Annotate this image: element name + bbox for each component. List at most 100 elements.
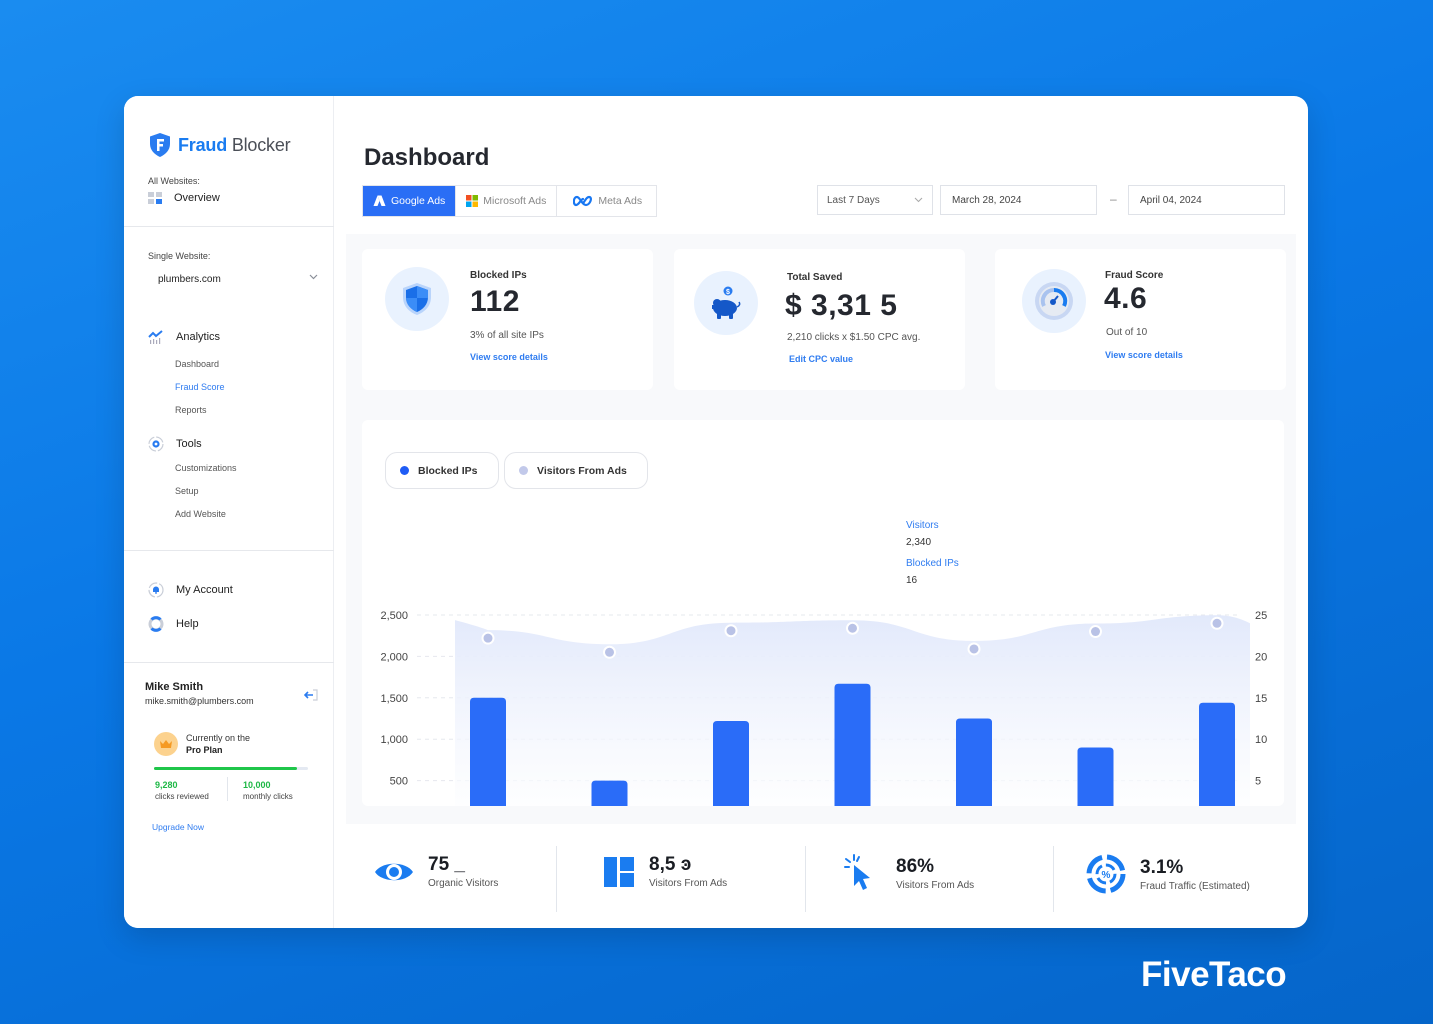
stat-organic-visitors: 75 _ Organic Visitors — [374, 854, 498, 889]
ad-platform-tabs: Google Ads Microsoft Ads Meta Ads — [362, 185, 658, 217]
help-label: Help — [176, 618, 199, 630]
stat-value: 86% — [896, 855, 935, 877]
website-select[interactable]: plumbers.com — [158, 274, 318, 285]
sidebar-item-reports[interactable]: Reports — [175, 405, 207, 415]
app-window: Fraud Blocker All Websites: Overview Sin… — [124, 96, 1308, 928]
sidebar-item-dashboard[interactable]: Dashboard — [175, 359, 219, 369]
sidebar-item-overview[interactable]: Overview — [148, 192, 220, 204]
analytics-icon — [148, 330, 163, 344]
user-name: Mike Smith — [145, 681, 204, 693]
date-range-value: Last 7 Days — [827, 194, 880, 206]
clicks-progress-fill — [154, 767, 297, 770]
visitors-point — [724, 624, 738, 638]
fivetaco-watermark: FiveTaco — [1141, 955, 1287, 994]
tooltip-visitors-label: Visitors — [906, 520, 939, 531]
y-tick-right: 15 — [1255, 693, 1267, 705]
selected-website: plumbers.com — [158, 274, 221, 285]
sidebar-item-setup[interactable]: Setup — [175, 486, 199, 496]
bar-blocked-ips — [1077, 747, 1114, 806]
target-percent-icon: % — [1086, 854, 1126, 894]
blocked-ips-card: Blocked IPs 112 3% of all site IPs View … — [362, 249, 653, 390]
sidebar-item-add-website[interactable]: Add Website — [175, 509, 226, 519]
account-bell-icon — [148, 582, 164, 598]
gauge-icon — [1022, 269, 1086, 333]
start-date-input[interactable]: March 28, 2024 — [940, 185, 1097, 215]
upgrade-now-link[interactable]: Upgrade Now — [152, 822, 204, 832]
tooltip-blocked-label: Blocked IPs — [906, 558, 959, 569]
end-date-value: April 04, 2024 — [1140, 194, 1202, 206]
bar-blocked-ips — [834, 683, 871, 806]
edit-cpc-value-link[interactable]: Edit CPC value — [789, 354, 853, 364]
sidebar-section-analytics[interactable]: Analytics — [148, 330, 220, 344]
plan-line1: Currently on the — [186, 733, 251, 743]
svg-text:$: $ — [726, 289, 730, 296]
bar-blocked-ips — [470, 697, 506, 806]
bar-blocked-ips — [713, 720, 749, 806]
start-date-value: March 28, 2024 — [952, 194, 1022, 206]
shield-icon — [385, 267, 449, 331]
stat-value: 75 _ — [428, 854, 465, 875]
sidebar: Fraud Blocker All Websites: Overview Sin… — [124, 96, 334, 928]
blocked-visitors-chart: 05001,0001,5002,0002,500 0510152025 Oct … — [380, 610, 1267, 806]
clicks-reviewed: 9,280 clicks reviewed — [155, 780, 209, 802]
clicks-progress-bar — [154, 767, 308, 770]
card-subtitle: Out of 10 — [1106, 327, 1148, 338]
logout-button[interactable] — [303, 688, 318, 706]
google-ads-icon — [373, 195, 386, 206]
meta-logo-icon — [573, 195, 593, 207]
tab-meta-ads[interactable]: Meta Ads — [557, 186, 656, 216]
view-score-details-link[interactable]: View score details — [470, 352, 548, 362]
stat-fraud-traffic: % 3.1% Fraud Traffic (Estimated) — [1086, 854, 1250, 894]
monthly-clicks: 10,000 monthly clicks — [243, 780, 293, 802]
bar-blocked-ips — [591, 780, 628, 806]
page-title: Dashboard — [364, 144, 490, 171]
blocked-ips-value: 112 — [470, 285, 520, 318]
chevron-down-icon — [914, 197, 923, 203]
card-label: Fraud Score — [1105, 270, 1164, 281]
tooltip-visitors-value: 2,340 — [906, 537, 932, 548]
sidebar-item-fraud-score[interactable]: Fraud Score — [175, 382, 225, 392]
end-date-input[interactable]: April 04, 2024 — [1128, 185, 1285, 215]
gear-icon — [148, 436, 164, 452]
chart-card: Blocked IPs Visitors From Ads 05001,0001… — [362, 420, 1284, 806]
clicks-reviewed-label: clicks reviewed — [155, 792, 209, 801]
analytics-label: Analytics — [176, 331, 221, 343]
sidebar-item-help[interactable]: Help — [148, 616, 199, 632]
tab-microsoft-ads[interactable]: Microsoft Ads — [456, 186, 558, 216]
visitors-point — [967, 642, 981, 656]
date-range-select[interactable]: Last 7 Days — [817, 185, 933, 215]
y-tick-left: 500 — [390, 776, 408, 788]
y-tick-left: 1,000 — [380, 734, 408, 746]
sidebar-section-tools[interactable]: Tools — [148, 436, 202, 452]
divider — [1053, 846, 1054, 912]
sidebar-item-customizations[interactable]: Customizations — [175, 463, 237, 473]
plan-name: Pro Plan — [186, 745, 223, 755]
stat-ads-percentage: 86% Visitors From Ads — [844, 854, 974, 892]
bar-blocked-ips — [1199, 702, 1235, 806]
fraud-blocker-logo-icon — [150, 133, 170, 157]
stat-label: Fraud Traffic (Estimated) — [1140, 880, 1250, 892]
bar-blocked-ips — [956, 718, 992, 806]
overview-label: Overview — [174, 192, 220, 204]
user-email: mike.smith@plumbers.com — [145, 696, 254, 706]
piggy-bank-icon: $ — [694, 271, 758, 335]
y-tick-right: 5 — [1255, 776, 1261, 788]
tab-google-ads[interactable]: Google Ads — [363, 186, 457, 216]
tab-label: Microsoft Ads — [483, 195, 547, 207]
sidebar-item-my-account[interactable]: My Account — [148, 582, 233, 598]
microsoft-logo-icon — [466, 195, 479, 207]
single-website-label: Single Website: — [148, 251, 211, 261]
tab-label: Meta Ads — [598, 195, 643, 207]
tab-label: Google Ads — [391, 195, 446, 207]
cursor-click-icon — [844, 854, 870, 890]
summary-stats: 75 _ Organic Visitors 8,5 ͽ Visitors Fro… — [346, 836, 1296, 916]
plan-info: Currently on the Pro Plan — [154, 732, 250, 756]
brand-logo[interactable]: Fraud Blocker — [148, 132, 291, 158]
chart-tooltip: Visitors 2,340 Blocked IPs 16 — [896, 512, 984, 612]
overview-grid-icon — [148, 192, 162, 204]
view-score-details-link[interactable]: View score details — [1105, 350, 1183, 360]
divider — [124, 226, 334, 227]
fraud-score-card: Fraud Score 4.6 Out of 10 View score det… — [995, 249, 1286, 390]
lifebuoy-help-icon — [148, 616, 164, 632]
main-content: Dashboard Google Ads Microsoft Ads Meta … — [334, 96, 1308, 928]
